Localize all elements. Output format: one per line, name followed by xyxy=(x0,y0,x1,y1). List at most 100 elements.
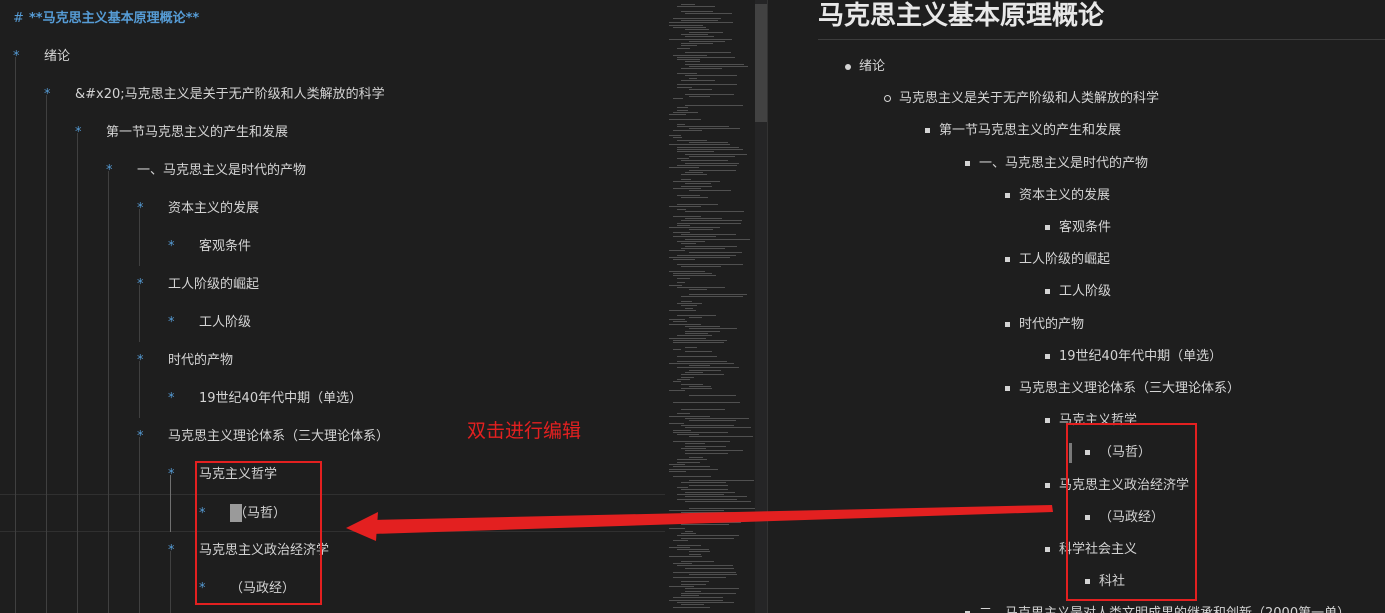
minimap-line xyxy=(677,84,737,85)
preview-list-item[interactable]: 工人阶级 xyxy=(1045,282,1111,302)
editor-line[interactable]: * 一、马克思主义是时代的产物 xyxy=(0,152,665,190)
minimap-line xyxy=(685,239,750,240)
editor-line[interactable]: * 工人阶级 xyxy=(0,304,665,342)
minimap-line xyxy=(673,259,695,260)
minimap-line xyxy=(673,232,690,233)
editor-scrollbar-thumb[interactable] xyxy=(755,4,767,122)
minimap-line xyxy=(673,321,687,322)
indent-guide xyxy=(170,551,171,613)
editor-line[interactable]: * 马克主义哲学 xyxy=(0,456,665,494)
editor-heading-line[interactable]: # **马克思主义基本原理概论** xyxy=(0,0,665,38)
square-bullet-icon xyxy=(1003,315,1013,335)
markdown-editor[interactable]: # **马克思主义基本原理概论** * 绪论 * &#x20;马克思主义是关于无产阶级和人… xyxy=(0,0,665,613)
minimap-line xyxy=(673,137,682,138)
minimap-line xyxy=(681,80,715,81)
minimap-line xyxy=(689,156,735,157)
preview-list-item[interactable]: 资本主义的发展 xyxy=(1005,186,1111,206)
editor-line[interactable]: * 工人阶级的崛起 xyxy=(0,266,665,304)
minimap-line xyxy=(685,450,743,451)
minimap-line xyxy=(673,236,716,237)
list-marker: * xyxy=(168,391,175,406)
minimap-line xyxy=(669,586,694,587)
editor-line[interactable]: * 马克思主义政治经济学 xyxy=(0,532,665,570)
minimap-line xyxy=(685,591,701,592)
minimap-line xyxy=(669,257,730,258)
indent-guide xyxy=(46,95,47,613)
preview-item-text: 客观条件 xyxy=(1059,220,1112,235)
minimap-line xyxy=(689,395,736,396)
minimap-line xyxy=(677,57,735,58)
minimap[interactable] xyxy=(665,0,755,613)
minimap-line xyxy=(673,402,740,403)
minimap-line xyxy=(673,273,712,274)
list-marker: * xyxy=(168,315,175,330)
minimap-line xyxy=(689,32,723,33)
minimap-line xyxy=(669,22,733,23)
minimap-line xyxy=(677,6,715,7)
minimap-line xyxy=(669,250,685,251)
minimap-line xyxy=(681,538,734,539)
minimap-line xyxy=(681,34,708,35)
minimap-line xyxy=(685,64,744,65)
editor-line[interactable]: * 第一节马克思主义的产生和发展 xyxy=(0,114,665,152)
editor-line[interactable]: * 资本主义的发展 xyxy=(0,190,665,228)
editor-line[interactable]: * 时代的产物 xyxy=(0,342,665,380)
preview-list-item[interactable]: 工人阶级的崛起 xyxy=(1005,250,1110,270)
preview-list-item[interactable]: 第一节马克思主义的产生和发展 xyxy=(925,121,1121,141)
minimap-line xyxy=(689,190,731,191)
square-bullet-icon xyxy=(963,154,973,174)
minimap-line xyxy=(685,331,720,332)
minimap-line xyxy=(669,167,699,168)
editor-line-text: 工人阶级 xyxy=(199,315,252,330)
minimap-line xyxy=(673,130,702,131)
minimap-line xyxy=(681,296,743,297)
preview-list-item[interactable]: 马克思主义理论体系（三大理论体系） xyxy=(1005,379,1240,399)
minimap-line xyxy=(689,480,754,481)
editor-line-text: &#x20;马克思主义是关于无产阶级和人类解放的科学 xyxy=(75,87,385,102)
editor-line[interactable]: * 19世纪40年代中期（单选） xyxy=(0,380,665,418)
minimap-line xyxy=(673,112,698,113)
minimap-line xyxy=(669,271,705,272)
minimap-line xyxy=(677,126,729,127)
minimap-line xyxy=(685,531,693,532)
minimap-line xyxy=(677,303,702,304)
preview-list-item[interactable]: 二、马克思主义是对人类文明成果的继承和创新（2000第一单） xyxy=(965,604,1350,613)
minimap-line xyxy=(681,220,742,221)
minimap-line xyxy=(689,41,725,42)
editor-line[interactable]: * 绪论 xyxy=(0,38,665,76)
preview-list-item[interactable]: 19世纪40年代中期（单选） xyxy=(1045,347,1222,367)
minimap-line xyxy=(685,446,726,447)
indent-guide xyxy=(108,171,109,613)
indent-guide xyxy=(77,133,78,613)
preview-list-item[interactable]: 马克思主义是关于无产阶级和人类解放的科学 xyxy=(884,89,1159,109)
minimap-line xyxy=(681,533,696,534)
minimap-line xyxy=(677,549,709,550)
minimap-line xyxy=(677,204,718,205)
minimap-line xyxy=(685,418,749,419)
minimap-line xyxy=(689,142,728,143)
minimap-line xyxy=(677,107,688,108)
minimap-line xyxy=(673,441,730,442)
editor-highlight-box xyxy=(195,461,322,605)
editor-line[interactable]: * &#x20;马克思主义是关于无产阶级和人类解放的科学 xyxy=(0,76,665,114)
preview-item-text: 资本主义的发展 xyxy=(1019,188,1111,203)
minimap-line xyxy=(673,340,727,341)
minimap-line xyxy=(677,124,685,125)
minimap-line xyxy=(689,551,710,552)
preview-list-item[interactable]: 绪论 xyxy=(845,57,885,77)
preview-list-item[interactable]: 客观条件 xyxy=(1045,218,1112,238)
preview-list-item[interactable]: 一、马克思主义是时代的产物 xyxy=(965,154,1148,174)
minimap-line xyxy=(677,255,736,256)
editor-line[interactable]: * （马哲） xyxy=(0,494,665,532)
minimap-line xyxy=(681,374,724,375)
minimap-line xyxy=(677,158,689,159)
editor-line[interactable]: * 客观条件 xyxy=(0,228,665,266)
minimap-line xyxy=(689,328,737,329)
minimap-line xyxy=(681,160,728,161)
minimap-line xyxy=(669,25,703,26)
list-marker: * xyxy=(168,239,175,254)
preview-list-item[interactable]: 时代的产物 xyxy=(1005,315,1084,335)
editor-line[interactable]: * （马政经） xyxy=(0,570,665,608)
indent-guide xyxy=(139,209,140,266)
square-bullet-icon xyxy=(1003,250,1013,270)
